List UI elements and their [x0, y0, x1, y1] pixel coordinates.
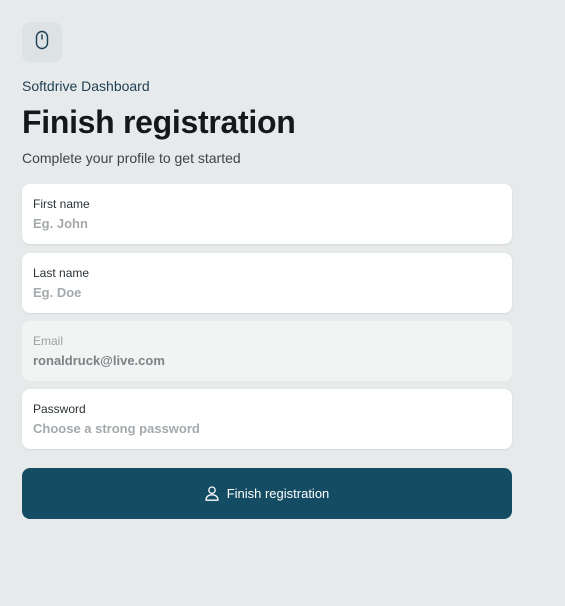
email-input: [33, 353, 501, 368]
first-name-label: First name: [33, 197, 90, 211]
app-logo: [22, 22, 62, 62]
email-field: Email: [22, 321, 512, 381]
finish-registration-label: Finish registration: [226, 486, 330, 501]
email-label: Email: [33, 334, 64, 348]
first-name-field[interactable]: First name: [22, 184, 512, 244]
last-name-input[interactable]: [33, 285, 501, 300]
password-label: Password: [33, 402, 86, 416]
user-icon: [205, 486, 219, 501]
password-input[interactable]: [33, 421, 501, 436]
password-field[interactable]: Password: [22, 389, 512, 449]
finish-registration-button[interactable]: Finish registration: [22, 468, 512, 519]
page-subtitle: Complete your profile to get started: [22, 150, 241, 166]
app-name: Softdrive Dashboard: [22, 78, 150, 94]
page-title: Finish registration: [22, 104, 296, 140]
first-name-input[interactable]: [33, 216, 501, 231]
last-name-field[interactable]: Last name: [22, 253, 512, 313]
mouse-icon: [35, 30, 49, 55]
last-name-label: Last name: [33, 266, 90, 280]
